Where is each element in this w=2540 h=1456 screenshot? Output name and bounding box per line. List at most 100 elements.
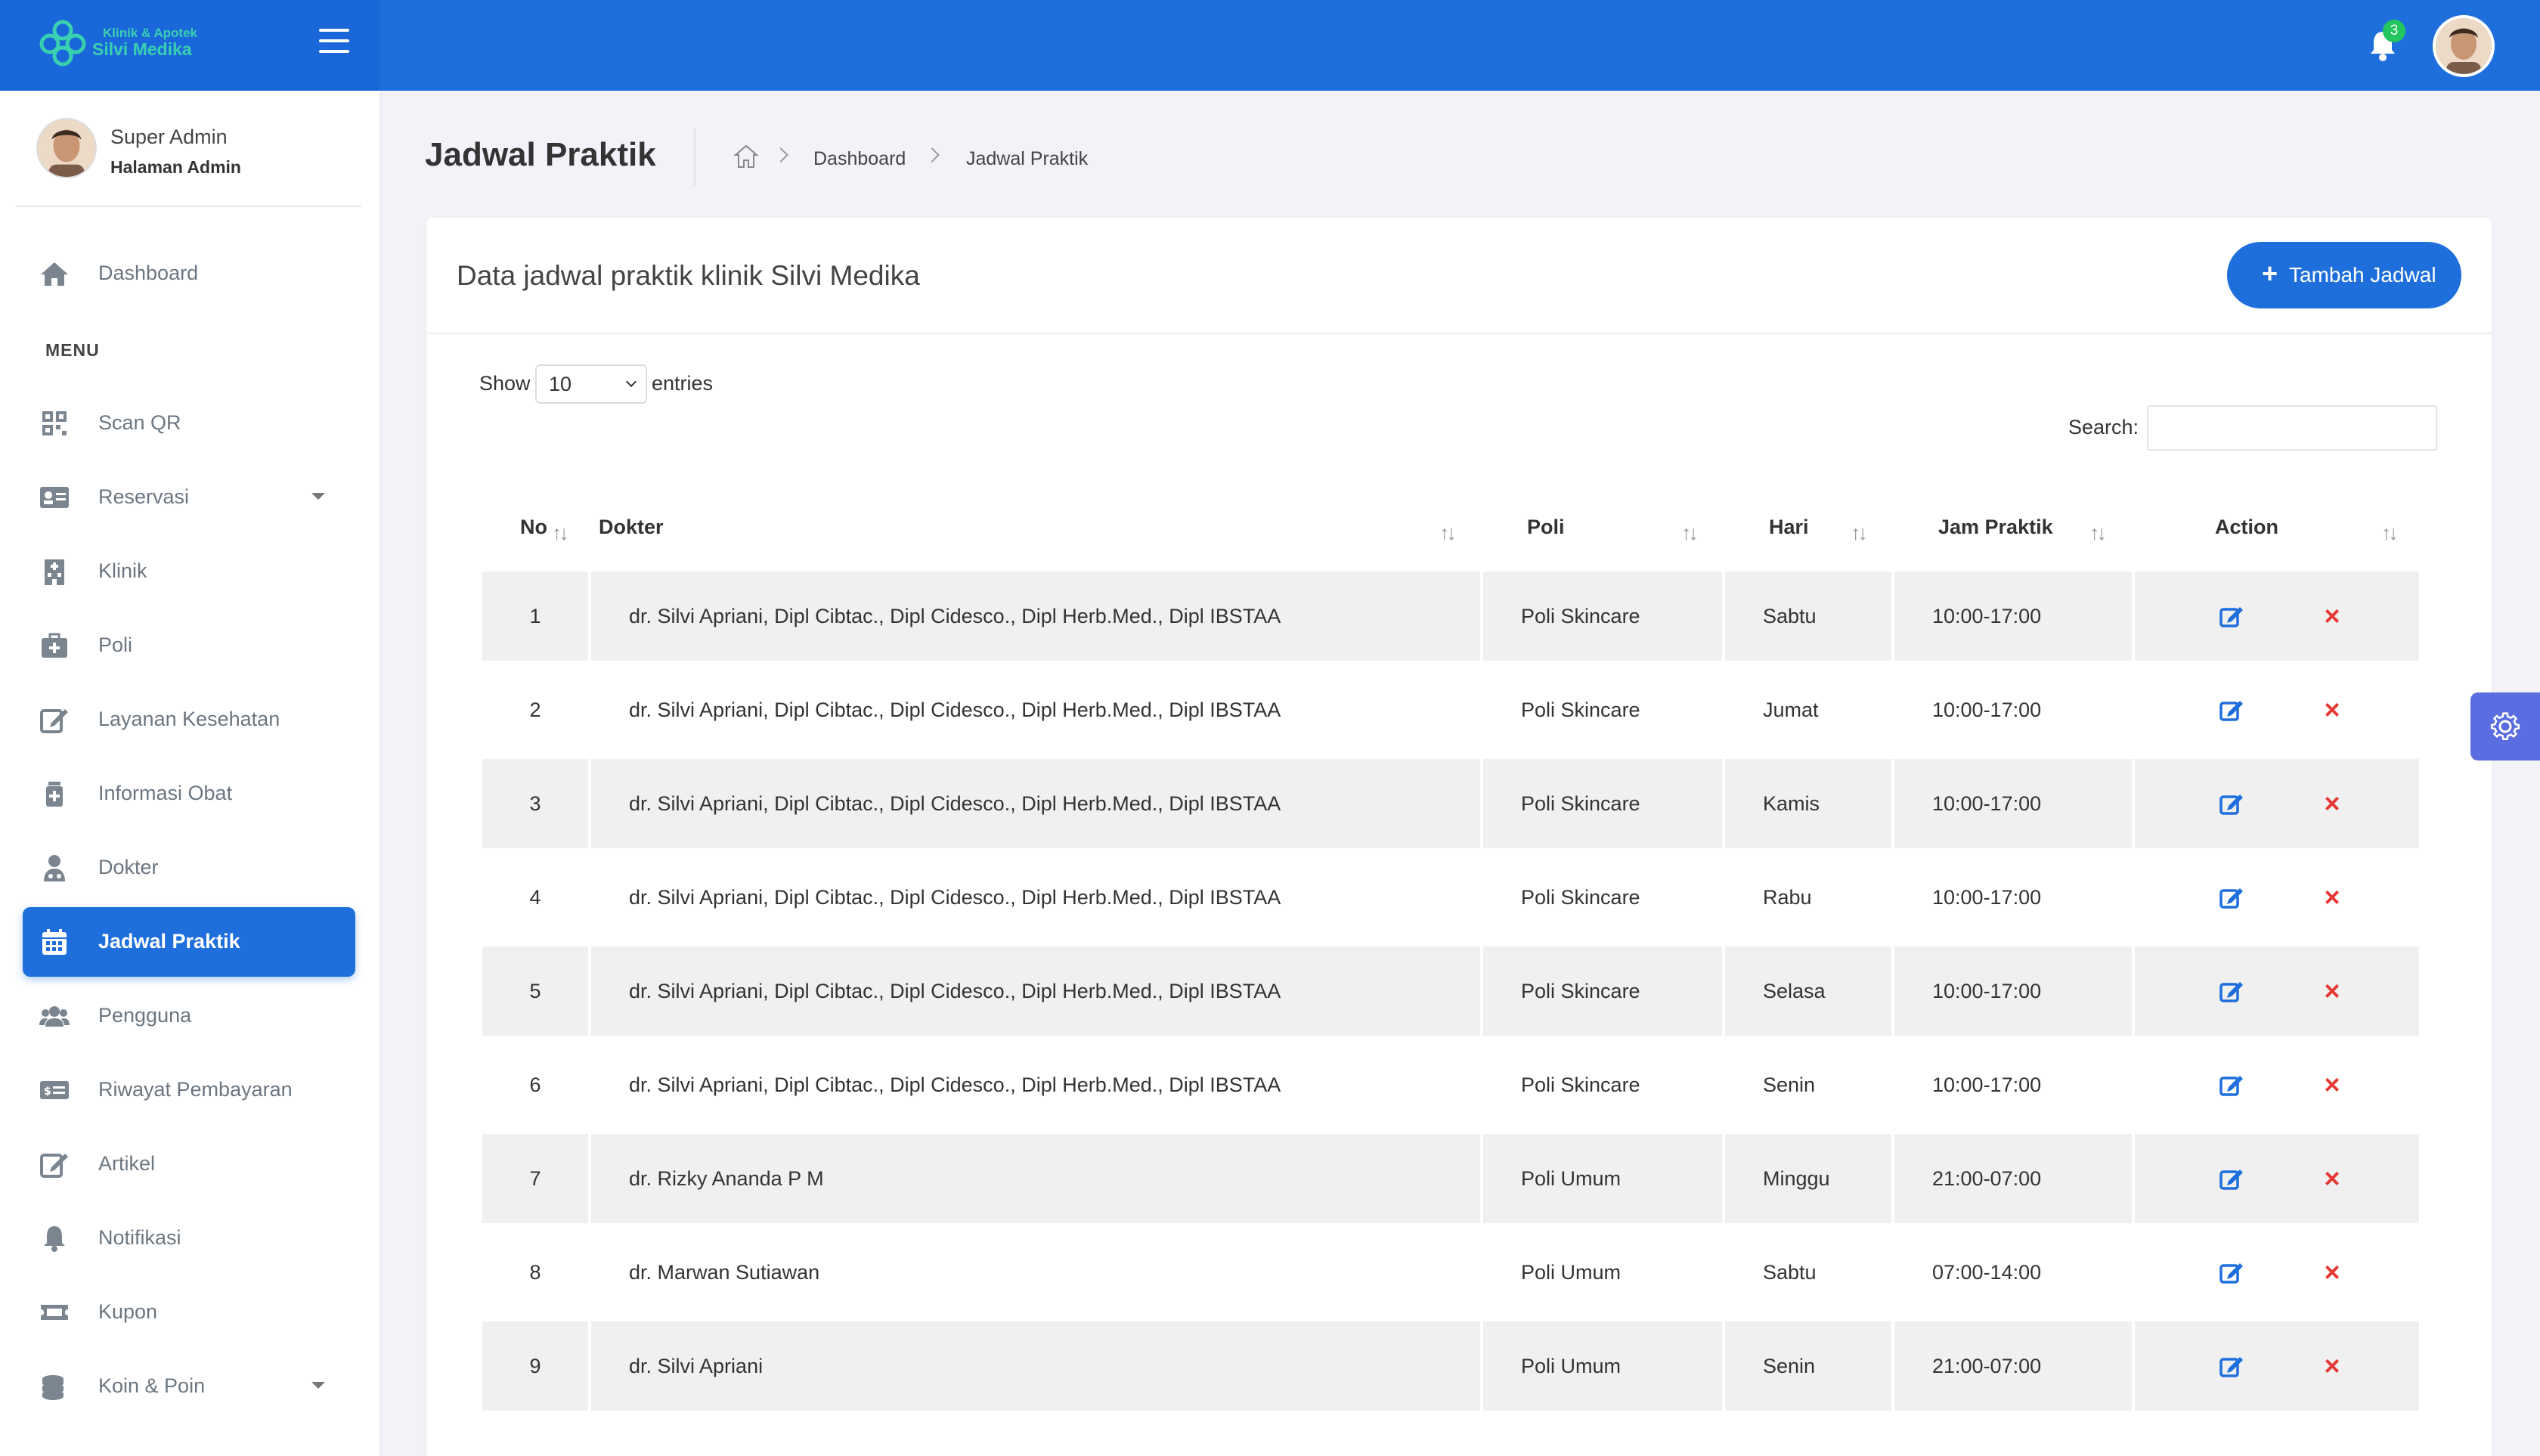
id-card-icon <box>40 487 69 508</box>
breadcrumb-home-icon[interactable] <box>733 144 759 169</box>
cell-no: 2 <box>529 699 541 721</box>
sidebar-item-reservasi[interactable]: Reservasi <box>23 463 355 532</box>
sidebar-item-scan-qr[interactable]: Scan QR <box>23 389 355 458</box>
column-header-dokter[interactable]: Dokter <box>599 516 664 539</box>
column-header-poli[interactable]: Poli <box>1527 516 1565 539</box>
table-row: 1 dr. Silvi Apriani, Dipl Cibtac., Dipl C… <box>482 572 2419 661</box>
cell-jam-text: 07:00-14:00 <box>1932 1261 2042 1284</box>
user-avatar[interactable] <box>2433 15 2495 77</box>
sidebar-item-jadwal-praktik[interactable]: Jadwal Praktik <box>23 907 355 977</box>
hamburger-menu-icon[interactable] <box>319 29 349 56</box>
edit-icon[interactable] <box>2219 886 2244 909</box>
sort-icon[interactable]: ↑↓ <box>552 522 569 545</box>
cell-poli-text: Poli Skincare <box>1521 699 1640 721</box>
top-navbar: Klinik & Apotek Silvi Medika 3 <box>0 0 2540 91</box>
sidebar-item-informasi-obat[interactable]: Informasi Obat <box>23 759 355 829</box>
entries-select[interactable]: 10 <box>535 364 647 404</box>
settings-button[interactable] <box>2470 692 2540 761</box>
sidebar-item-dashboard[interactable]: Dashboard <box>23 239 355 308</box>
schedule-card: Data jadwal praktik klinik Silvi Medika … <box>426 218 2492 1456</box>
edit-icon[interactable] <box>2219 1355 2244 1377</box>
delete-icon[interactable]: × <box>2321 1071 2343 1098</box>
edit-icon[interactable] <box>2219 980 2244 1002</box>
add-schedule-button[interactable]: + Tambah Jadwal <box>2227 242 2461 308</box>
users-icon <box>39 1006 70 1027</box>
cell-hari: Rabu <box>1725 853 1891 942</box>
table-row: 3 dr. Silvi Apriani, Dipl Cibtac., Dipl C… <box>482 759 2419 848</box>
cell-dokter: dr. Silvi Apriani, Dipl Cibtac., Dipl Ci… <box>591 946 1480 1036</box>
sort-icon[interactable]: ↑↓ <box>2381 522 2399 545</box>
sidebar-item-notifikasi[interactable]: Notifikasi <box>23 1204 355 1273</box>
edit-icon[interactable] <box>2219 1073 2244 1096</box>
cell-no: 9 <box>482 1321 588 1411</box>
sidebar-item-label: Klinik <box>98 559 147 582</box>
column-header-hari[interactable]: Hari <box>1769 516 1809 539</box>
cell-poli-text: Poli Skincare <box>1521 1073 1640 1096</box>
cell-hari: Jumat <box>1725 665 1891 754</box>
sort-icon[interactable]: ↑↓ <box>1439 522 1457 545</box>
column-header-no[interactable]: No <box>520 516 547 539</box>
cell-action: × <box>2135 1040 2419 1129</box>
chevron-down-icon <box>625 376 637 388</box>
cell-dokter: dr. Silvi Apriani, Dipl Cibtac., Dipl Ci… <box>591 665 1480 754</box>
sidebar-item-dokter[interactable]: Dokter <box>23 833 355 903</box>
breadcrumb-dashboard[interactable]: Dashboard <box>813 148 906 170</box>
cell-jam-text: 10:00-17:00 <box>1932 699 2042 721</box>
delete-icon[interactable]: × <box>2321 790 2343 817</box>
card-title: Data jadwal praktik klinik Silvi Medika <box>457 260 920 291</box>
cell-dokter: dr. Silvi Apriani, Dipl Cibtac., Dipl Ci… <box>591 1040 1480 1129</box>
column-header-jam-praktik[interactable]: Jam Praktik <box>1938 516 2053 539</box>
sort-icon[interactable]: ↑↓ <box>1851 522 1868 545</box>
cell-jam-text: 10:00-17:00 <box>1932 605 2042 627</box>
cell-dokter-text: dr. Silvi Apriani, Dipl Cibtac., Dipl Ci… <box>629 980 1281 1002</box>
sidebar-item-klinik[interactable]: Klinik <box>23 537 355 606</box>
hospital-icon <box>45 559 64 585</box>
edit-icon[interactable] <box>2219 605 2244 627</box>
sidebar-item-poli[interactable]: Poli <box>23 611 355 680</box>
sort-icon[interactable]: ↑↓ <box>1681 522 1699 545</box>
cell-jam-text: 21:00-07:00 <box>1932 1167 2042 1190</box>
sidebar-item-pengguna[interactable]: Pengguna <box>23 981 355 1051</box>
cell-dokter-text: dr. Silvi Apriani, Dipl Cibtac., Dipl Ci… <box>629 605 1281 627</box>
sidebar-item-riwayat-pembayaran[interactable]: $ Riwayat Pembayaran <box>23 1055 355 1125</box>
table-row: 7 dr. Rizky Ananda P M Poli Umum Minggu 21:0… <box>482 1134 2419 1223</box>
delete-icon[interactable]: × <box>2321 1165 2343 1192</box>
edit-icon[interactable] <box>2219 1167 2244 1190</box>
sidebar-item-kupon[interactable]: Kupon <box>23 1278 355 1347</box>
cell-poli: Poli Skincare <box>1483 759 1722 848</box>
delete-icon[interactable]: × <box>2321 884 2343 911</box>
cell-hari: Selasa <box>1725 946 1891 1036</box>
delete-icon[interactable]: × <box>2321 603 2343 630</box>
cell-hari-text: Senin <box>1763 1073 1816 1096</box>
sidebar-item-label: Poli <box>98 634 133 656</box>
cell-poli-text: Poli Skincare <box>1521 792 1640 815</box>
cell-jam: 21:00-07:00 <box>1894 1134 2132 1223</box>
sidebar-item-artikel[interactable]: Artikel <box>23 1129 355 1199</box>
edit-icon[interactable] <box>2219 1261 2244 1284</box>
delete-icon[interactable]: × <box>2321 696 2343 723</box>
sidebar-profile[interactable]: Super Admin Halaman Admin <box>15 115 361 207</box>
cell-dokter-text: dr. Rizky Ananda P M <box>629 1167 824 1190</box>
sort-icon[interactable]: ↑↓ <box>2089 522 2107 545</box>
breadcrumb-chevron-icon <box>925 147 940 163</box>
cell-poli: Poli Umum <box>1483 1321 1722 1411</box>
delete-icon[interactable]: × <box>2321 1352 2343 1380</box>
sidebar-item-layanan-kesehatan[interactable]: Layanan Kesehatan <box>23 685 355 754</box>
cell-jam: 10:00-17:00 <box>1894 572 2132 661</box>
brand-logo-icon <box>39 20 86 67</box>
table-header: No ↑↓ Dokter ↑↓ Poli ↑↓ Hari ↑↓ Jam Prak… <box>482 490 2419 573</box>
cell-hari: Sabtu <box>1725 572 1891 661</box>
search-input[interactable] <box>2147 405 2437 451</box>
edit-icon[interactable] <box>2219 699 2244 721</box>
delete-icon[interactable]: × <box>2321 1259 2343 1286</box>
edit-icon[interactable] <box>2219 792 2244 815</box>
cell-dokter: dr. Silvi Apriani, Dipl Cibtac., Dipl Ci… <box>591 759 1480 848</box>
cell-poli-text: Poli Skincare <box>1521 886 1640 909</box>
sidebar-item-label: Dashboard <box>98 262 199 284</box>
cell-hari-text: Kamis <box>1763 792 1820 815</box>
cell-action: × <box>2135 1134 2419 1223</box>
delete-icon[interactable]: × <box>2321 977 2343 1005</box>
chevron-down-icon <box>311 493 325 500</box>
sidebar-item-koin-poin[interactable]: Koin & Poin <box>23 1352 355 1421</box>
brand-subtitle: Klinik & Apotek <box>103 26 197 40</box>
